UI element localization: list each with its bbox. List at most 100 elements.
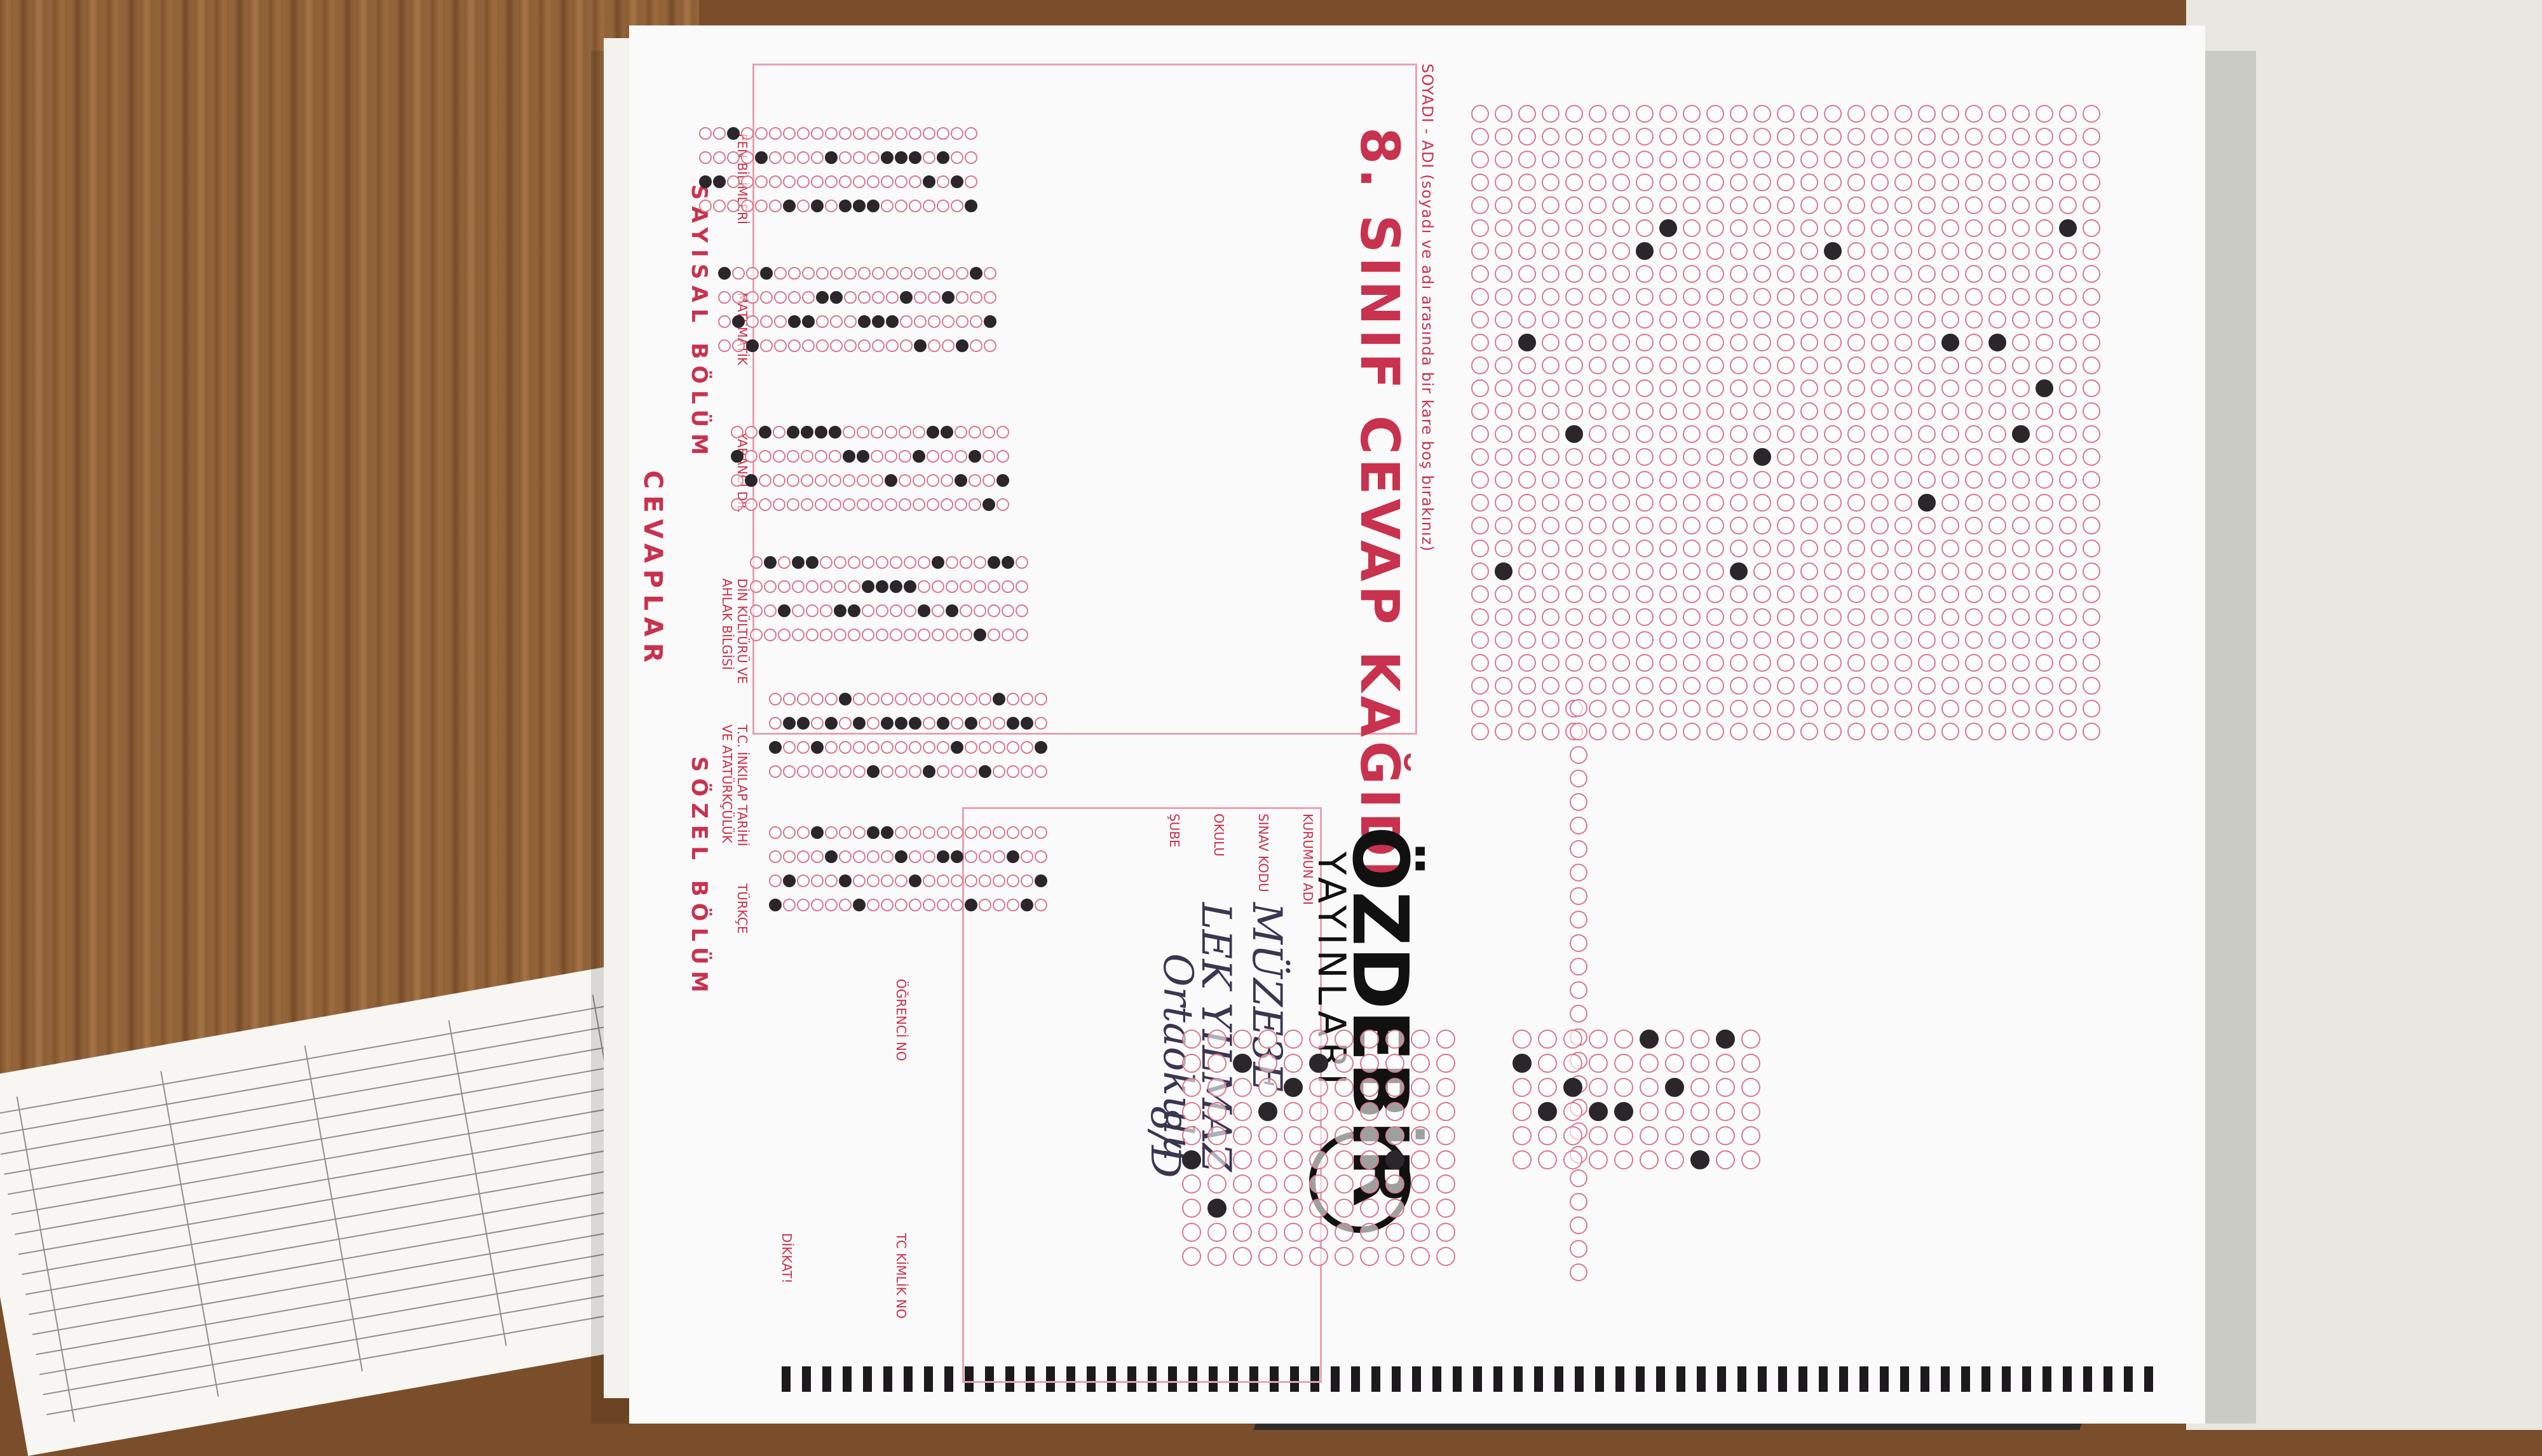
answer-bubble [918, 629, 930, 641]
answer-bubble [1777, 540, 1795, 557]
answer-bubble [1589, 265, 1607, 283]
answer-bubble [1542, 654, 1560, 672]
answer-bubble [993, 826, 1005, 839]
answer-bubble [1824, 700, 1842, 718]
answer-bubble [1495, 585, 1512, 603]
answer-bubble [1871, 288, 1889, 306]
answer-bubble [1636, 425, 1654, 443]
answer-bubble [1847, 219, 1865, 237]
answer-bubble [1542, 425, 1560, 443]
answer-bubble [741, 175, 754, 188]
answer-bubble [1894, 448, 1912, 466]
answer-bubble [979, 826, 991, 839]
answer-bubble [1518, 151, 1536, 168]
answer-bubble [923, 693, 935, 705]
answer-bubble [1542, 334, 1560, 351]
answer-bubble [732, 291, 745, 304]
answer-bubble [984, 315, 996, 328]
name-grid-caption: SOYADI - ADI (soyadı ve adı arasında bir… [1418, 64, 1436, 552]
answer-bubble [904, 629, 916, 641]
answer-bubble [1233, 1174, 1252, 1194]
answer-bubble [937, 826, 949, 839]
answer-bubble [1309, 1247, 1328, 1266]
answer-bubble [858, 291, 871, 304]
answer-bubble [1988, 562, 2006, 580]
answer-bubble [1753, 677, 1771, 695]
answer-bubble [900, 291, 913, 304]
answer-bubble [1847, 471, 1865, 489]
answer-bubble [1824, 723, 1842, 740]
answer-bubble [979, 874, 991, 887]
answer-bubble [2036, 311, 2053, 329]
answer-bubble [1570, 746, 1587, 764]
answer-bubble [1021, 741, 1033, 754]
answer-bubble [909, 151, 921, 164]
answer-bubble [1824, 128, 1842, 146]
answer-bubble [1918, 105, 1936, 123]
answer-bubble [1800, 151, 1818, 168]
answer-bubble [1824, 151, 1842, 168]
answer-bubble [1847, 379, 1865, 397]
answer-bubble [1988, 471, 2006, 489]
answer-bubble [942, 267, 955, 280]
answer-bubble [802, 339, 815, 352]
answer-bubble [923, 175, 935, 188]
answer-bubble [2036, 448, 2053, 466]
answer-bubble [815, 450, 827, 463]
answer-bubble [1659, 311, 1677, 329]
answer-bubble [1941, 196, 1959, 214]
answer-bubble [1965, 173, 1983, 191]
answer-bubble [797, 765, 810, 778]
answer-bubble [965, 741, 977, 754]
answer-bubble [1918, 265, 1936, 283]
answer-bubble [1690, 1030, 1709, 1049]
answer-bubble [1233, 1199, 1252, 1218]
answer-bubble [1258, 1199, 1277, 1218]
answer-bubble [1988, 219, 2006, 237]
answer-bubble [1495, 631, 1512, 649]
answer-bubble [1800, 585, 1818, 603]
answer-bubble [843, 498, 855, 511]
answer-bubble [2083, 631, 2100, 649]
answer-bubble [1683, 196, 1701, 214]
answer-bubble [1385, 1199, 1404, 1218]
timing-mark [1656, 1366, 1665, 1392]
answer-bubble [1309, 1054, 1328, 1073]
answer-bubble [1847, 173, 1865, 191]
info-label-tc-no: TC KİMLİK NO [894, 1233, 909, 1319]
answer-bubble [951, 175, 963, 188]
answer-bubble [1471, 494, 1489, 512]
answer-bubble [1659, 242, 1677, 260]
answer-bubble [1683, 379, 1701, 397]
answer-bubble [1542, 540, 1560, 557]
answer-bubble [2059, 311, 2077, 329]
answer-bubble [1612, 334, 1630, 351]
answer-bubble [2012, 334, 2030, 351]
answer-bubble [1385, 1126, 1404, 1145]
answer-bubble [1659, 517, 1677, 534]
answer-bubble [1495, 173, 1512, 191]
answer-bubble [750, 556, 763, 569]
answer-bubble [843, 426, 855, 439]
answer-bubble [1436, 1030, 1455, 1049]
answer-bubble [1284, 1126, 1303, 1145]
answer-bubble [1002, 629, 1014, 641]
answer-bubble [1941, 265, 1959, 283]
answer-bubble [755, 127, 768, 140]
answer-bubble [914, 267, 927, 280]
answer-bubble [699, 200, 712, 212]
answer-bubble [2059, 128, 2077, 146]
answer-bubble [1016, 604, 1028, 617]
answer-bubble [1385, 1102, 1404, 1121]
answer-bubble [787, 474, 799, 487]
answer-bubble [1207, 1078, 1227, 1097]
answer-bubble [1706, 196, 1724, 214]
answer-bubble [1542, 311, 1560, 329]
answer-bubble [1894, 288, 1912, 306]
timing-mark [1778, 1366, 1787, 1392]
answer-bubble [1965, 265, 1983, 283]
subject-turkish: TÜRKÇE [735, 883, 750, 934]
answer-bubble [1918, 242, 1936, 260]
answer-bubble [1563, 1030, 1582, 1049]
answer-bubble [1988, 654, 2006, 672]
